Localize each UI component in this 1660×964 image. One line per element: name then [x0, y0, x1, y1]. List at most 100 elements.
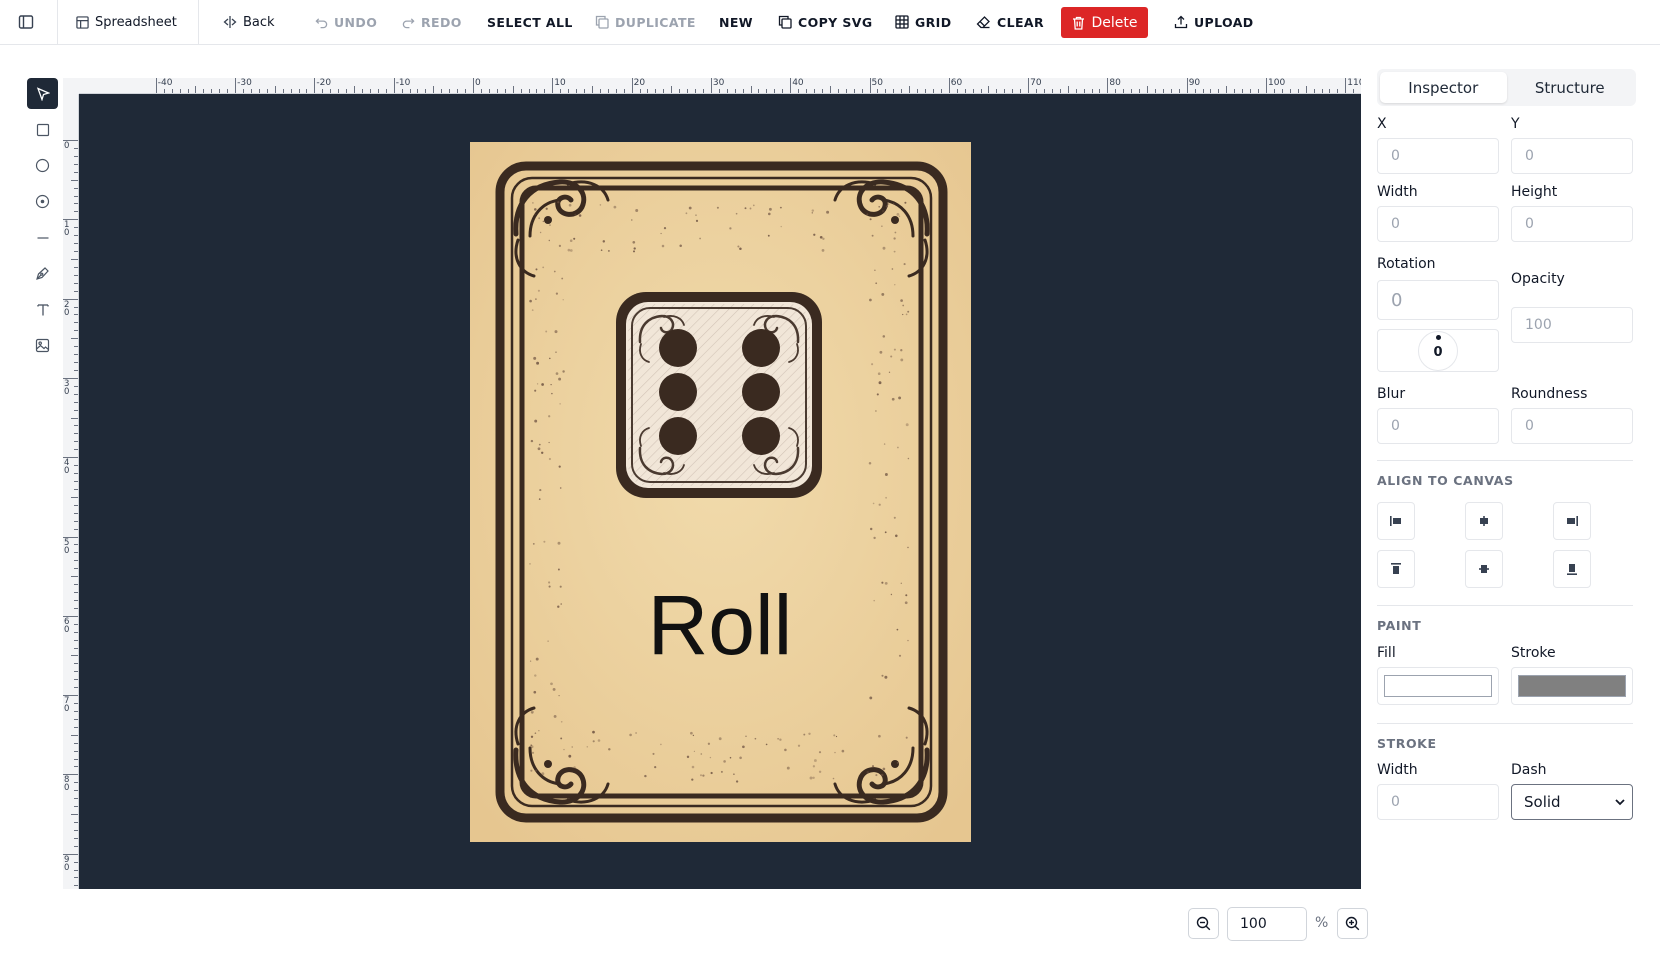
blur-label: Blur — [1377, 386, 1406, 402]
ruler-minor-tick — [74, 290, 78, 292]
tab-structure[interactable]: Structure — [1507, 72, 1634, 103]
sidebar-toggle-button[interactable] — [18, 0, 34, 44]
blur-field[interactable]: 0 — [1377, 408, 1499, 444]
align-bottom-button[interactable] — [1553, 550, 1591, 588]
ruler-minor-tick — [74, 520, 78, 522]
chevron-down-icon — [1615, 799, 1625, 806]
back-button[interactable]: Back — [223, 0, 275, 44]
drawing-canvas[interactable]: Roll — [79, 94, 1361, 889]
rotation-dial-knob[interactable]: 0 — [1418, 331, 1458, 371]
card-speckle — [833, 734, 836, 737]
rotation-dial[interactable]: 0 — [1377, 329, 1499, 372]
card-speckle — [878, 206, 880, 208]
card-speckle — [532, 202, 534, 204]
image-tool[interactable] — [27, 330, 58, 361]
clear-button[interactable]: CLEAR — [976, 0, 1044, 44]
ruler-minor-tick — [211, 89, 213, 93]
card-speckle — [558, 377, 562, 381]
dash-label: Dash — [1511, 762, 1547, 778]
upload-button[interactable]: UPLOAD — [1174, 0, 1254, 44]
align-center-horizontal-button[interactable] — [1465, 502, 1503, 540]
eraser-icon — [976, 16, 990, 29]
rotation-field[interactable]: 0 — [1377, 280, 1499, 320]
roll-card[interactable]: Roll — [470, 142, 971, 842]
height-field[interactable]: 0 — [1511, 206, 1633, 242]
undo-button[interactable]: UNDO — [315, 0, 377, 44]
card-speckle — [874, 269, 876, 271]
select-tool[interactable] — [27, 78, 58, 109]
ruler-minor-tick — [266, 89, 268, 93]
point-tool[interactable] — [27, 186, 58, 217]
card-speckle — [652, 752, 655, 755]
ruler-label: 50 — [871, 78, 883, 88]
ruler-minor-tick — [74, 488, 78, 490]
card-speckle — [530, 439, 534, 443]
ruler-minor-tick — [901, 89, 903, 93]
card-speckle — [531, 309, 534, 311]
card-speckle — [607, 249, 610, 252]
ruler-minor-tick — [74, 623, 78, 625]
opacity-field[interactable]: 100 — [1511, 307, 1633, 343]
fill-color-picker[interactable] — [1377, 667, 1499, 705]
ruler-minor-tick — [1131, 89, 1133, 93]
width-field[interactable]: 0 — [1377, 206, 1499, 242]
card-speckle — [896, 446, 899, 449]
ellipse-tool[interactable] — [27, 150, 58, 181]
card-speckle — [877, 372, 881, 376]
card-speckle — [541, 383, 544, 386]
zoom-out-button[interactable] — [1188, 908, 1219, 939]
ruler-label: 70 — [1030, 78, 1042, 88]
ruler-label: -10 — [395, 78, 411, 88]
ruler-minor-tick — [1321, 89, 1323, 93]
ruler-minor-tick — [282, 89, 284, 93]
align-left-button[interactable] — [1377, 502, 1415, 540]
card-speckle — [599, 204, 602, 206]
ruler-major-tick — [155, 78, 157, 93]
align-bottom-icon — [1567, 564, 1577, 575]
card-speckle — [548, 585, 551, 588]
ruler-minor-tick — [74, 742, 78, 744]
y-field[interactable]: 0 — [1511, 138, 1633, 174]
align-right-button[interactable] — [1553, 502, 1591, 540]
dash-select[interactable]: Solid — [1511, 784, 1633, 820]
align-top-button[interactable] — [1377, 550, 1415, 588]
card-speckle — [557, 605, 560, 608]
stroke-width-field[interactable]: 0 — [1377, 784, 1499, 820]
select-all-button[interactable]: SELECT ALL — [487, 0, 573, 44]
card-speckle — [534, 419, 538, 423]
ruler-minor-tick — [290, 89, 292, 93]
rectangle-tool[interactable] — [27, 114, 58, 145]
card-speckle — [742, 745, 745, 749]
redo-button[interactable]: REDO — [402, 0, 462, 44]
duplicate-button[interactable]: DUPLICATE — [595, 0, 696, 44]
grid-button[interactable]: GRID — [895, 0, 952, 44]
line-tool[interactable] — [27, 222, 58, 253]
roundness-field[interactable]: 0 — [1511, 408, 1633, 444]
card-speckle — [557, 201, 560, 204]
align-center-horizontal-icon — [1480, 516, 1488, 526]
card-speckle — [702, 774, 705, 777]
new-button[interactable]: NEW — [719, 0, 753, 44]
card-speckle — [894, 284, 896, 286]
x-field[interactable]: 0 — [1377, 138, 1499, 174]
card-speckle — [568, 754, 572, 758]
card-speckle — [553, 270, 556, 273]
ruler-minor-tick — [480, 89, 482, 93]
ruler-minor-tick — [74, 552, 78, 554]
zoom-input[interactable]: 100 — [1227, 907, 1307, 941]
delete-button[interactable]: Delete — [1061, 7, 1148, 38]
zoom-in-button[interactable] — [1337, 908, 1368, 939]
copy-svg-button[interactable]: COPY SVG — [778, 0, 873, 44]
stroke-color-picker[interactable] — [1511, 667, 1633, 705]
tab-inspector[interactable]: Inspector — [1380, 72, 1507, 103]
card-speckle — [834, 751, 836, 754]
align-middle-vertical-button[interactable] — [1465, 550, 1503, 588]
card-title-text[interactable]: Roll — [648, 578, 793, 672]
spreadsheet-button[interactable]: Spreadsheet — [76, 0, 177, 44]
ruler-minor-tick — [1036, 89, 1038, 93]
card-speckle — [535, 657, 539, 661]
die-pip — [742, 329, 780, 367]
copy-svg-label: COPY SVG — [798, 14, 873, 30]
text-tool[interactable] — [27, 294, 58, 325]
pen-tool[interactable] — [27, 258, 58, 289]
